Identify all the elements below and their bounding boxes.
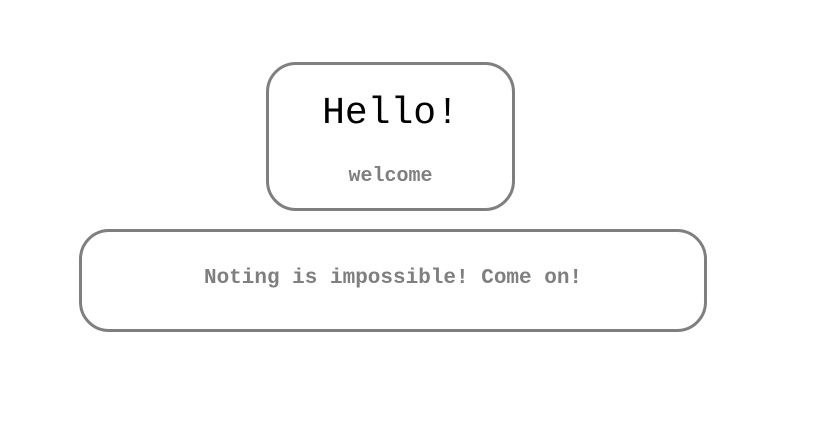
greeting-subtitle: welcome	[348, 165, 433, 188]
greeting-title: Hello!	[322, 92, 459, 135]
motto-card: Noting is impossible! Come on!	[79, 229, 707, 332]
motto-text: Noting is impossible! Come on!	[203, 267, 583, 290]
greeting-card: Hello! welcome	[266, 62, 515, 211]
